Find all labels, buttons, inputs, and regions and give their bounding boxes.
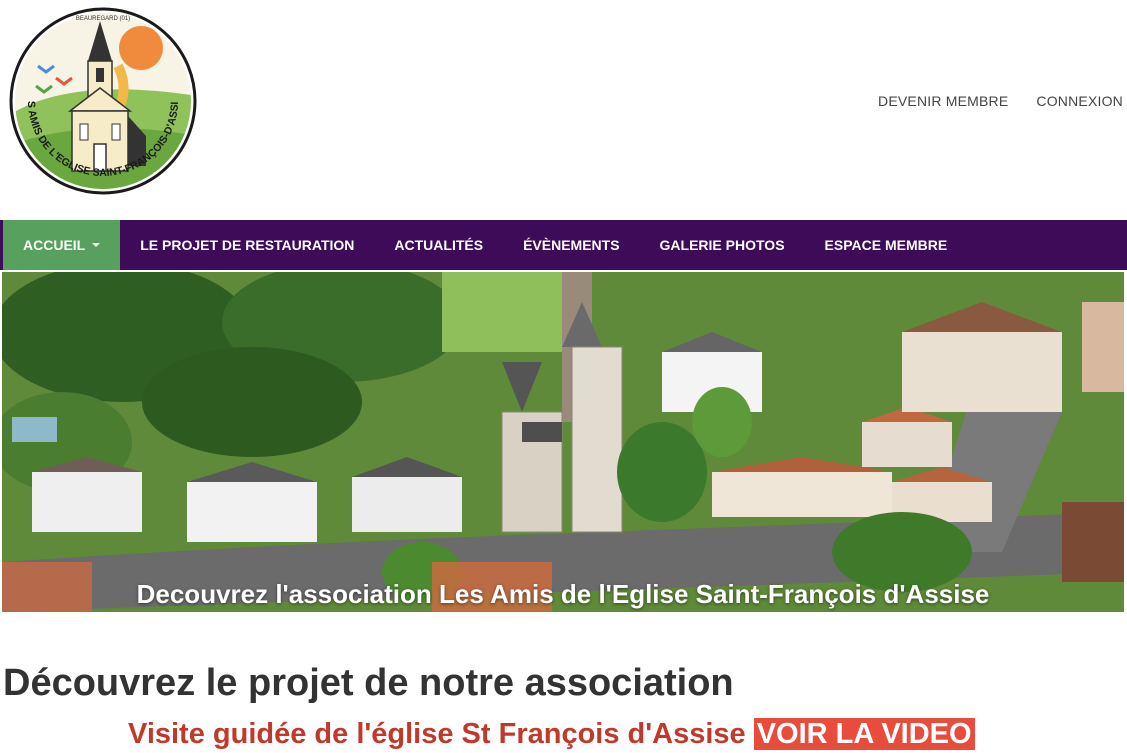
caret-down-icon — [92, 243, 101, 247]
nav-item-label: ACTUALITÉS — [394, 237, 484, 253]
nav-item-espace-membre[interactable]: ESPACE MEMBRE — [805, 220, 968, 270]
nav-item-galerie-photos[interactable]: GALERIE PHOTOS — [640, 220, 805, 270]
visit-text: Visite guidée de l'église St François d'… — [128, 718, 746, 750]
aerial-village-photo — [2, 272, 1124, 612]
nav-item-label: ÉVÈNEMENTS — [523, 237, 620, 253]
nav-item-actualites[interactable]: ACTUALITÉS — [374, 220, 503, 270]
page-title: Découvrez le projet de notre association — [3, 662, 734, 704]
nav-item-label: LE PROJET DE RESTAURATION — [140, 237, 355, 253]
logo-image: LES AMIS DE L'EGLISE SAINT-FRANÇOIS-D'AS… — [4, 0, 197, 195]
site-logo[interactable]: LES AMIS DE L'EGLISE SAINT-FRANÇOIS-D'AS… — [4, 0, 198, 196]
visit-announcement: Visite guidée de l'église St François d'… — [128, 718, 975, 751]
nav-item-projet-restauration[interactable]: LE PROJET DE RESTAURATION — [120, 220, 374, 270]
nav-item-accueil[interactable]: ACCUEIL — [3, 220, 121, 270]
become-member-link[interactable]: DEVENIR MEMBRE — [878, 93, 1008, 109]
nav-item-label: ESPACE MEMBRE — [824, 237, 948, 253]
logo-top-text: BEAUREGARD (01) — [76, 16, 130, 22]
login-link[interactable]: CONNEXION — [1036, 93, 1123, 109]
site-header: LES AMIS DE L'EGLISE SAINT-FRANÇOIS-D'AS… — [0, 0, 1127, 220]
nav-item-evenements[interactable]: ÉVÈNEMENTS — [503, 220, 639, 270]
hero-caption: Decouvrez l'association Les Amis de l'Eg… — [136, 579, 990, 609]
nav-item-label: GALERIE PHOTOS — [659, 237, 785, 253]
nav-item-label: ACCUEIL — [23, 237, 86, 253]
top-links: DEVENIR MEMBRE CONNEXION — [878, 93, 1123, 109]
main-navbar: ACCUEIL LE PROJET DE RESTAURATION ACTUAL… — [0, 220, 1127, 270]
hero-banner: Decouvrez l'association Les Amis de l'Eg… — [2, 272, 1124, 612]
watch-video-button[interactable]: VOIR LA VIDEO — [753, 718, 975, 750]
